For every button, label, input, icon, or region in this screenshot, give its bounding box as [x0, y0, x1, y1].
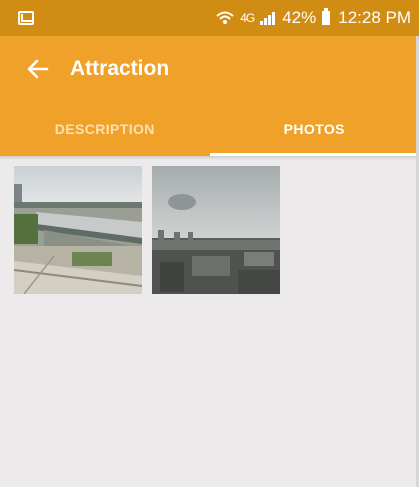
notification-icons	[14, 11, 34, 180]
page-title: Attraction	[70, 57, 170, 80]
city-skyline-photo-icon	[152, 166, 280, 294]
battery-percent: 42%	[282, 8, 317, 27]
cell-signal-icon	[260, 12, 276, 25]
tab-bar: DESCRIPTION PHOTOS	[0, 102, 419, 156]
app-bar: Attraction	[0, 36, 419, 102]
back-button[interactable]	[10, 41, 66, 97]
status-indicators: 4G 42% 12:28 PM	[216, 8, 411, 28]
network-type-label: 4G	[240, 11, 255, 25]
photo-thumbnail-2[interactable]	[152, 166, 280, 294]
photo-gallery	[14, 166, 280, 294]
wifi-icon	[216, 11, 234, 24]
tab-photos[interactable]: PHOTOS	[209, 102, 419, 156]
mail-notification-icon	[18, 11, 34, 25]
tab-bar-shadow	[0, 156, 419, 160]
arrow-left-icon	[27, 59, 49, 79]
status-bar: 4G 42% 12:28 PM	[0, 0, 419, 180]
battery-icon	[322, 8, 331, 25]
tab-description[interactable]: DESCRIPTION	[0, 102, 210, 156]
clock: 12:28 PM	[338, 8, 411, 27]
photo-thumbnail-1[interactable]	[14, 166, 142, 294]
campus-aerial-photo-icon	[14, 166, 142, 294]
